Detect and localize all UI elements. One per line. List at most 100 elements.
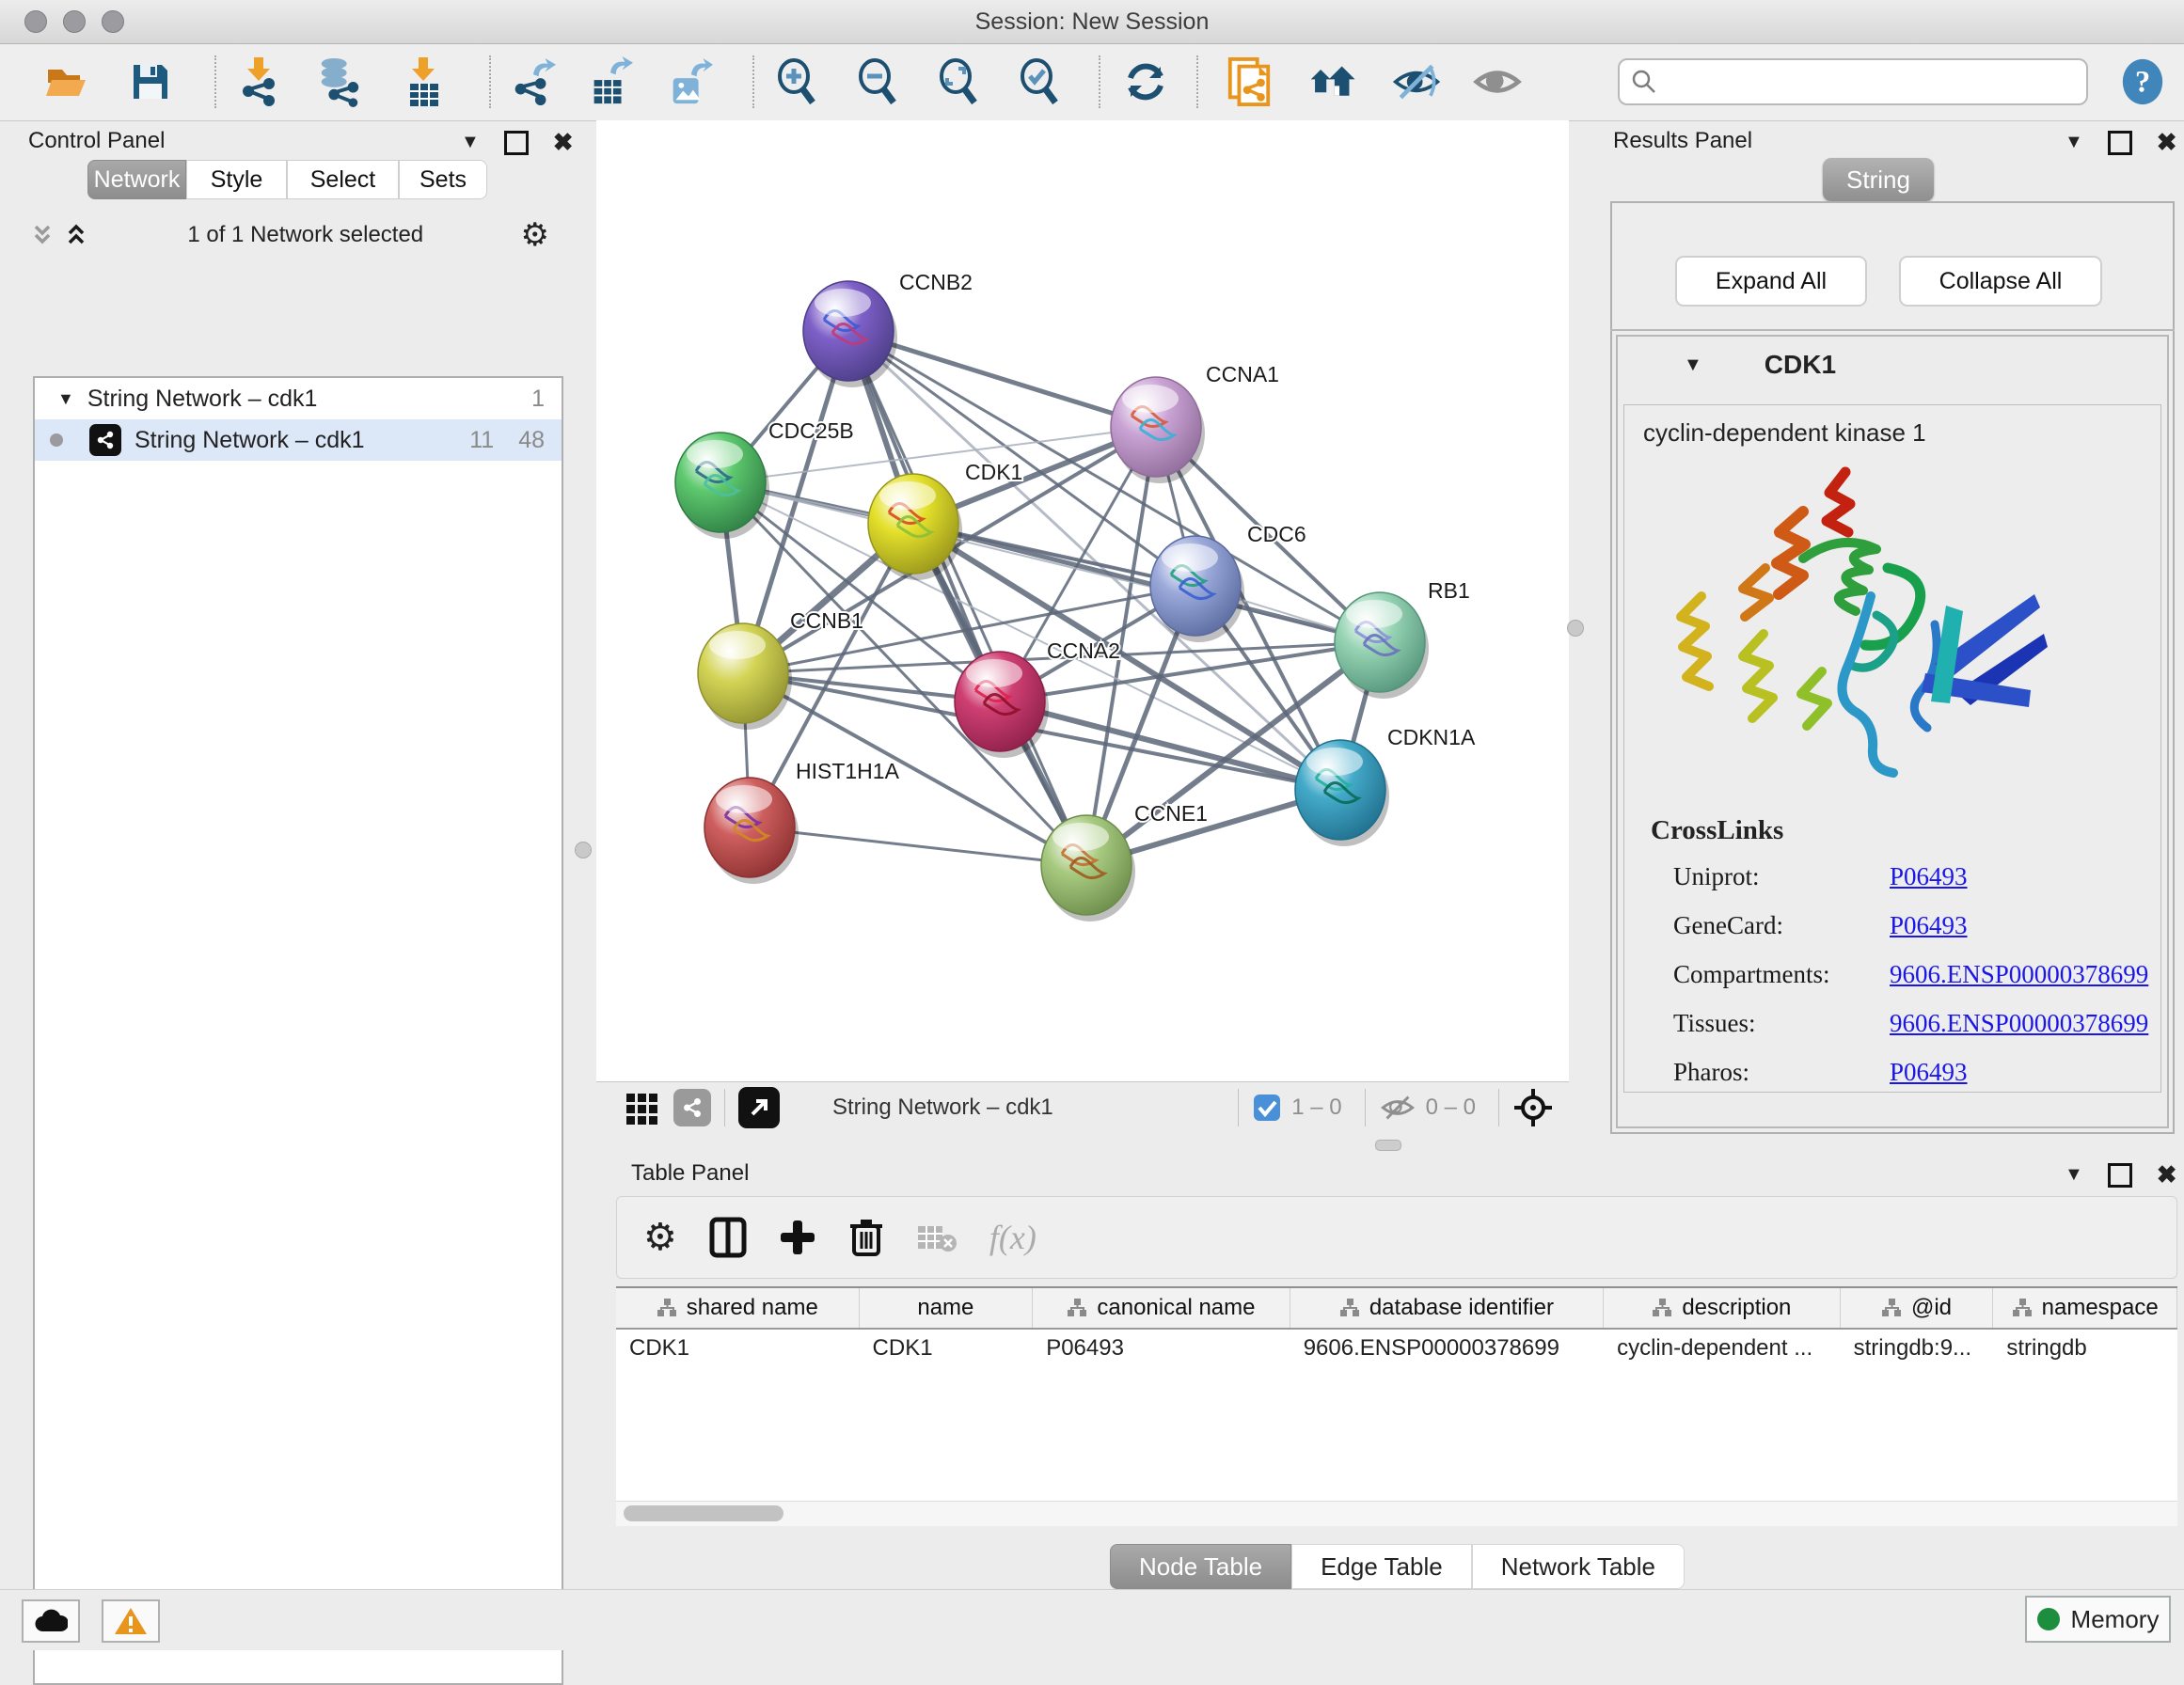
table-cell[interactable]: 9606.ENSP00000378699 (1290, 1335, 1604, 1362)
crosslink-value-link[interactable]: P06493 (1890, 1058, 1968, 1087)
hide-selection-eye-icon[interactable] (1392, 57, 1441, 106)
table-cell[interactable]: CDK1 (860, 1335, 1034, 1362)
search-input[interactable] (1657, 68, 2086, 96)
tab-select[interactable]: Select (287, 160, 399, 199)
show-all-eye-icon[interactable] (1473, 57, 1522, 106)
import-table-icon[interactable] (399, 57, 448, 106)
tab-sets[interactable]: Sets (399, 160, 487, 199)
zoom-fit-icon[interactable] (933, 57, 982, 106)
delete-column-icon[interactable] (848, 1217, 884, 1258)
tab-style[interactable]: Style (186, 160, 287, 199)
crosslink-value-link[interactable]: 9606.ENSP00000378699 (1890, 960, 2148, 989)
control-panel-close-icon[interactable]: ✖ (553, 128, 574, 157)
refresh-icon[interactable] (1121, 57, 1170, 106)
column-header-shared-name[interactable]: shared name (616, 1288, 860, 1328)
expand-all-button[interactable]: Expand All (1675, 256, 1867, 307)
birdseye-grid-icon[interactable] (625, 1090, 660, 1126)
crosslink-value-link[interactable]: P06493 (1890, 911, 1968, 940)
zoom-out-icon[interactable] (852, 57, 901, 106)
zoom-in-icon[interactable] (771, 57, 820, 106)
import-network-from-database-icon[interactable] (314, 57, 363, 106)
table-cell[interactable]: stringdb (1993, 1335, 2177, 1362)
node-table[interactable]: shared namenamecanonical namedatabase id… (616, 1286, 2177, 1503)
network-options-gear-icon[interactable]: ⚙ (521, 221, 549, 249)
save-session-icon[interactable] (126, 57, 175, 106)
memory-button[interactable]: Memory (2025, 1596, 2171, 1643)
table-row[interactable]: CDK1CDK1P064939606.ENSP00000378699cyclin… (616, 1330, 2177, 1367)
crosslink-value-link[interactable]: P06493 (1890, 862, 1968, 891)
table-cell[interactable]: CDK1 (616, 1335, 860, 1362)
control-panel-float-icon[interactable] (504, 131, 529, 155)
control-panel-collapse-icon[interactable]: ▼ (461, 132, 480, 153)
network-tree-root-row[interactable]: ▼ String Network – cdk1 1 (35, 378, 562, 419)
results-tab-string[interactable]: String (1823, 158, 1934, 201)
export-table-icon[interactable] (585, 57, 634, 106)
column-header-namespace[interactable]: namespace (1993, 1288, 2177, 1328)
right-splitter-grip[interactable] (1567, 620, 1584, 637)
tab-edge-table[interactable]: Edge Table (1291, 1544, 1472, 1589)
cloud-button[interactable] (22, 1599, 80, 1643)
network-graph[interactable]: CCNB2CCNA1CDC25BCDK1CDC6RB1CCNB1CCNA2CDK… (596, 120, 1569, 1081)
table-hscrollbar[interactable] (616, 1501, 2177, 1526)
edge-ccnb2-ccne1[interactable] (848, 331, 1086, 865)
open-in-new-window-icon[interactable] (738, 1087, 780, 1128)
status-bar: Memory (0, 1589, 2184, 1650)
tab-network[interactable]: Network (87, 160, 186, 199)
string-panel-toggle-icon[interactable] (673, 1089, 711, 1126)
node-cdkn1a[interactable]: CDKN1A (1295, 725, 1476, 846)
node-ccnb2[interactable]: CCNB2 (803, 270, 973, 387)
help-icon[interactable]: ? (2118, 57, 2167, 106)
table-panel-collapse-icon[interactable]: ▼ (2065, 1164, 2083, 1186)
node-hist1h1a[interactable]: HIST1H1A (704, 759, 900, 884)
table-panel-close-icon[interactable]: ✖ (2157, 1160, 2177, 1189)
column-header--id[interactable]: @id (1841, 1288, 1994, 1328)
network-canvas[interactable]: CCNB2CCNA1CDC25BCDK1CDC6RB1CCNB1CCNA2CDK… (596, 120, 1569, 1081)
node-ccna2[interactable]: CCNA2 (955, 638, 1120, 758)
tree-expander-icon[interactable]: ▼ (57, 389, 74, 409)
show-columns-icon[interactable] (709, 1217, 747, 1258)
edge-hist1h1a-ccne1[interactable] (750, 827, 1086, 865)
warning-button[interactable] (102, 1599, 160, 1643)
column-header-description[interactable]: description (1604, 1288, 1841, 1328)
table-settings-gear-icon[interactable]: ⚙ (643, 1216, 677, 1259)
crosslink-value-link[interactable]: 9606.ENSP00000378699 (1890, 1009, 2148, 1038)
selected-checkbox-icon[interactable] (1252, 1093, 1282, 1123)
open-session-icon[interactable] (41, 57, 90, 106)
export-network-icon[interactable] (508, 57, 557, 106)
zoom-selected-icon[interactable] (1014, 57, 1063, 106)
share-document-icon[interactable] (1225, 57, 1274, 106)
bottom-splitter-grip[interactable] (1375, 1140, 1401, 1151)
add-column-icon[interactable] (779, 1219, 816, 1256)
table-cell[interactable]: P06493 (1033, 1335, 1290, 1362)
table-hscrollbar-thumb[interactable] (624, 1505, 783, 1521)
left-splitter-grip[interactable] (575, 842, 592, 858)
column-header-canonical-name[interactable]: canonical name (1033, 1288, 1290, 1328)
results-panel-collapse-icon[interactable]: ▼ (2065, 132, 2083, 153)
fit-selected-crosshair-icon[interactable] (1512, 1087, 1554, 1128)
tab-node-table[interactable]: Node Table (1110, 1544, 1291, 1589)
table-cell[interactable]: cyclin-dependent ... (1604, 1335, 1841, 1362)
column-header-name[interactable]: name (860, 1288, 1034, 1328)
network-tree-child-row[interactable]: String Network – cdk1 11 48 (35, 419, 562, 461)
search-box[interactable] (1618, 58, 2088, 105)
table-body: CDK1CDK1P064939606.ENSP00000378699cyclin… (616, 1330, 2177, 1367)
import-network-icon[interactable] (233, 57, 282, 106)
expand-all-icon[interactable] (62, 221, 90, 249)
node-cdc25b[interactable]: CDC25B (675, 418, 854, 539)
results-panel-close-icon[interactable]: ✖ (2157, 128, 2177, 157)
results-panel-float-icon[interactable] (2108, 131, 2132, 155)
table-panel-header: Table Panel ▼ ✖ (609, 1155, 2184, 1192)
collapse-all-button[interactable]: Collapse All (1899, 256, 2102, 307)
node-rb1[interactable]: RB1 (1335, 578, 1470, 699)
collapse-all-icon[interactable] (28, 221, 56, 249)
hidden-eye-icon (1379, 1093, 1416, 1123)
home-pages-icon[interactable] (1309, 57, 1358, 106)
table-cell[interactable]: stringdb:9... (1841, 1335, 1994, 1362)
edge-cdk1-rb1[interactable] (913, 524, 1380, 642)
column-header-database-identifier[interactable]: database identifier (1290, 1288, 1604, 1328)
tab-network-table[interactable]: Network Table (1472, 1544, 1685, 1589)
export-image-icon[interactable] (664, 57, 713, 106)
gene-section-expander-icon[interactable]: ▼ (1684, 354, 1702, 376)
node-cdc6[interactable]: CDC6 (1150, 522, 1306, 642)
table-panel-float-icon[interactable] (2108, 1163, 2132, 1188)
